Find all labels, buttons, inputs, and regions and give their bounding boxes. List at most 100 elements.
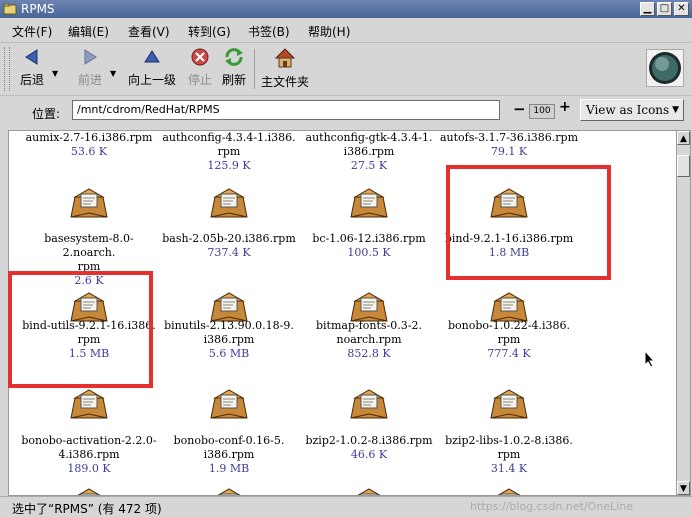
- file-size: 53.6 K: [70, 145, 108, 158]
- location-label: 位置:: [32, 107, 61, 121]
- file-size: 46.6 K: [350, 448, 388, 461]
- vertical-scrollbar[interactable]: ▲ ▼: [676, 130, 691, 496]
- package-icon[interactable]: [349, 187, 389, 224]
- file-item[interactable]: bash-2.05b-20.i386.rpm 737.4 K: [159, 232, 299, 260]
- file-name-continued: rpm: [497, 448, 521, 461]
- menu-bookmarks[interactable]: 书签(B): [248, 23, 290, 40]
- maximize-button[interactable]: □: [657, 2, 672, 16]
- file-size: 189.0 K: [67, 462, 111, 475]
- menu-view[interactable]: 查看(V): [128, 23, 170, 40]
- package-icon[interactable]: [209, 187, 249, 224]
- package-icon[interactable]: [349, 487, 389, 495]
- zoom-in-button[interactable]: +: [559, 99, 571, 115]
- file-name: authconfig-4.3.4-1.i386.: [162, 131, 296, 144]
- file-size: 737.4 K: [207, 246, 251, 259]
- mouse-pointer-icon: [644, 350, 656, 368]
- forward-history-dropdown-icon[interactable]: ▼: [110, 69, 116, 78]
- file-item[interactable]: bonobo-activation-2.2.0- 4.i386.rpm 189.0 …: [19, 434, 159, 476]
- window-title: RPMS: [21, 2, 55, 16]
- menu-file[interactable]: 文件(F): [12, 23, 52, 40]
- package-icon[interactable]: [489, 388, 529, 425]
- file-name: bzip2-libs-1.0.2-8.i386.: [445, 434, 573, 447]
- status-text: 选中了“RPMS” (有 472 项): [12, 502, 162, 516]
- file-item[interactable]: bitmap-fonts-0.3-2. noarch.rpm 852.8 K: [299, 319, 439, 361]
- view-mode-select[interactable]: View as Icons ▼: [580, 99, 684, 121]
- scroll-down-arrow-icon[interactable]: ▼: [677, 481, 690, 495]
- toolbar: 后退 ▼ 前进 ▼ 向上一级 停止 刷新 主文件夹: [0, 43, 692, 96]
- file-item[interactable]: bonobo-conf-0.16-5. i386.rpm 1.9 MB: [159, 434, 299, 476]
- throbber-orb-icon: [649, 52, 681, 84]
- forward-button[interactable]: 前进: [72, 45, 108, 93]
- file-name-continued: i386.rpm: [203, 333, 255, 346]
- file-name: authconfig-gtk-4.3.4-1.: [305, 131, 433, 144]
- up-button[interactable]: 向上一级: [124, 45, 180, 93]
- file-name-continued: i386.rpm: [343, 145, 395, 158]
- toolbar-separator: [254, 49, 255, 89]
- highlight-box-bind-utils: [8, 271, 153, 388]
- file-item[interactable]: bzip2-libs-1.0.2-8.i386. rpm 31.4 K: [439, 434, 579, 476]
- file-name-continued: 4.i386.rpm: [58, 448, 120, 461]
- package-icon[interactable]: [69, 187, 109, 224]
- file-name: bonobo-conf-0.16-5.: [173, 434, 285, 447]
- file-item[interactable]: bzip2-1.0.2-8.i386.rpm 46.6 K: [299, 434, 439, 462]
- menu-help[interactable]: 帮助(H): [308, 23, 350, 40]
- file-size: 79.1 K: [490, 145, 528, 158]
- forward-arrow-icon: [84, 49, 97, 65]
- location-input[interactable]: /mnt/cdrom/RedHat/RPMS: [72, 100, 500, 120]
- folder-icon: [3, 3, 17, 15]
- file-item[interactable]: bonobo-1.0.22-4.i386. rpm 777.4 K: [439, 319, 579, 361]
- file-item[interactable]: aumix-2.7-16.i386.rpm 53.6 K: [19, 131, 159, 159]
- back-button[interactable]: 后退: [14, 45, 50, 93]
- home-icon: [274, 48, 296, 68]
- home-button[interactable]: 主文件夹: [260, 45, 310, 93]
- minimize-button[interactable]: ▁: [640, 2, 655, 16]
- file-item[interactable]: autofs-3.1.7-36.i386.rpm 79.1 K: [439, 131, 579, 159]
- file-name-continued: rpm: [497, 333, 521, 346]
- file-item[interactable]: binutils-2.13.90.0.18-9. i386.rpm 5.6 MB: [159, 319, 299, 361]
- stop-label: 停止: [187, 73, 212, 87]
- file-name: binutils-2.13.90.0.18-9.: [164, 319, 294, 332]
- status-bar: 选中了“RPMS” (有 472 项) https://blog.csdn.ne…: [0, 496, 692, 517]
- file-name-continued: i386.rpm: [203, 448, 255, 461]
- file-name: aumix-2.7-16.i386.rpm: [25, 131, 153, 144]
- scroll-up-arrow-icon[interactable]: ▲: [677, 131, 690, 145]
- refresh-button[interactable]: 刷新: [220, 45, 248, 93]
- back-history-dropdown-icon[interactable]: ▼: [52, 69, 58, 78]
- up-arrow-icon: [144, 50, 160, 63]
- close-button[interactable]: ✕: [674, 2, 689, 16]
- menu-edit[interactable]: 编辑(E): [68, 23, 109, 40]
- package-icon[interactable]: [209, 388, 249, 425]
- file-name: bonobo-activation-2.2.0-: [21, 434, 157, 447]
- menu-go[interactable]: 转到(G): [188, 23, 231, 40]
- package-icon[interactable]: [349, 388, 389, 425]
- file-size: 31.4 K: [490, 462, 528, 475]
- zoom-out-button[interactable]: −: [513, 100, 526, 118]
- file-item[interactable]: authconfig-gtk-4.3.4-1. i386.rpm 27.5 K: [299, 131, 439, 173]
- package-icon[interactable]: [69, 487, 109, 495]
- stop-button[interactable]: 停止: [186, 45, 214, 93]
- forward-label: 前进: [77, 73, 102, 87]
- package-icon[interactable]: [209, 487, 249, 495]
- file-size: 777.4 K: [487, 347, 531, 360]
- file-size: 100.5 K: [347, 246, 391, 259]
- file-item[interactable]: bc-1.06-12.i386.rpm 100.5 K: [299, 232, 439, 260]
- file-name: basesystem-8.0-2.noarch.: [44, 232, 134, 259]
- file-size: 5.6 MB: [208, 347, 250, 360]
- scroll-thumb[interactable]: [677, 155, 690, 177]
- file-size: 852.8 K: [347, 347, 391, 360]
- highlight-box-bind: [446, 165, 611, 280]
- package-icon[interactable]: [489, 487, 529, 495]
- menu-bar: 文件(F) 编辑(E) 查看(V) 转到(G) 书签(B) 帮助(H): [0, 18, 692, 43]
- throbber: [646, 49, 684, 87]
- zoom-level[interactable]: 100: [529, 104, 555, 119]
- toolbar-grip[interactable]: [4, 47, 10, 91]
- chevron-down-icon: ▼: [672, 105, 679, 115]
- file-size: 1.9 MB: [208, 462, 250, 475]
- package-icon[interactable]: [69, 388, 109, 425]
- file-item[interactable]: authconfig-4.3.4-1.i386. rpm 125.9 K: [159, 131, 299, 173]
- title-bar: RPMS ▁ □ ✕: [0, 0, 692, 18]
- file-name-continued: rpm: [217, 145, 241, 158]
- file-name: autofs-3.1.7-36.i386.rpm: [439, 131, 579, 144]
- file-name: bzip2-1.0.2-8.i386.rpm: [305, 434, 433, 447]
- back-label: 后退: [19, 73, 44, 87]
